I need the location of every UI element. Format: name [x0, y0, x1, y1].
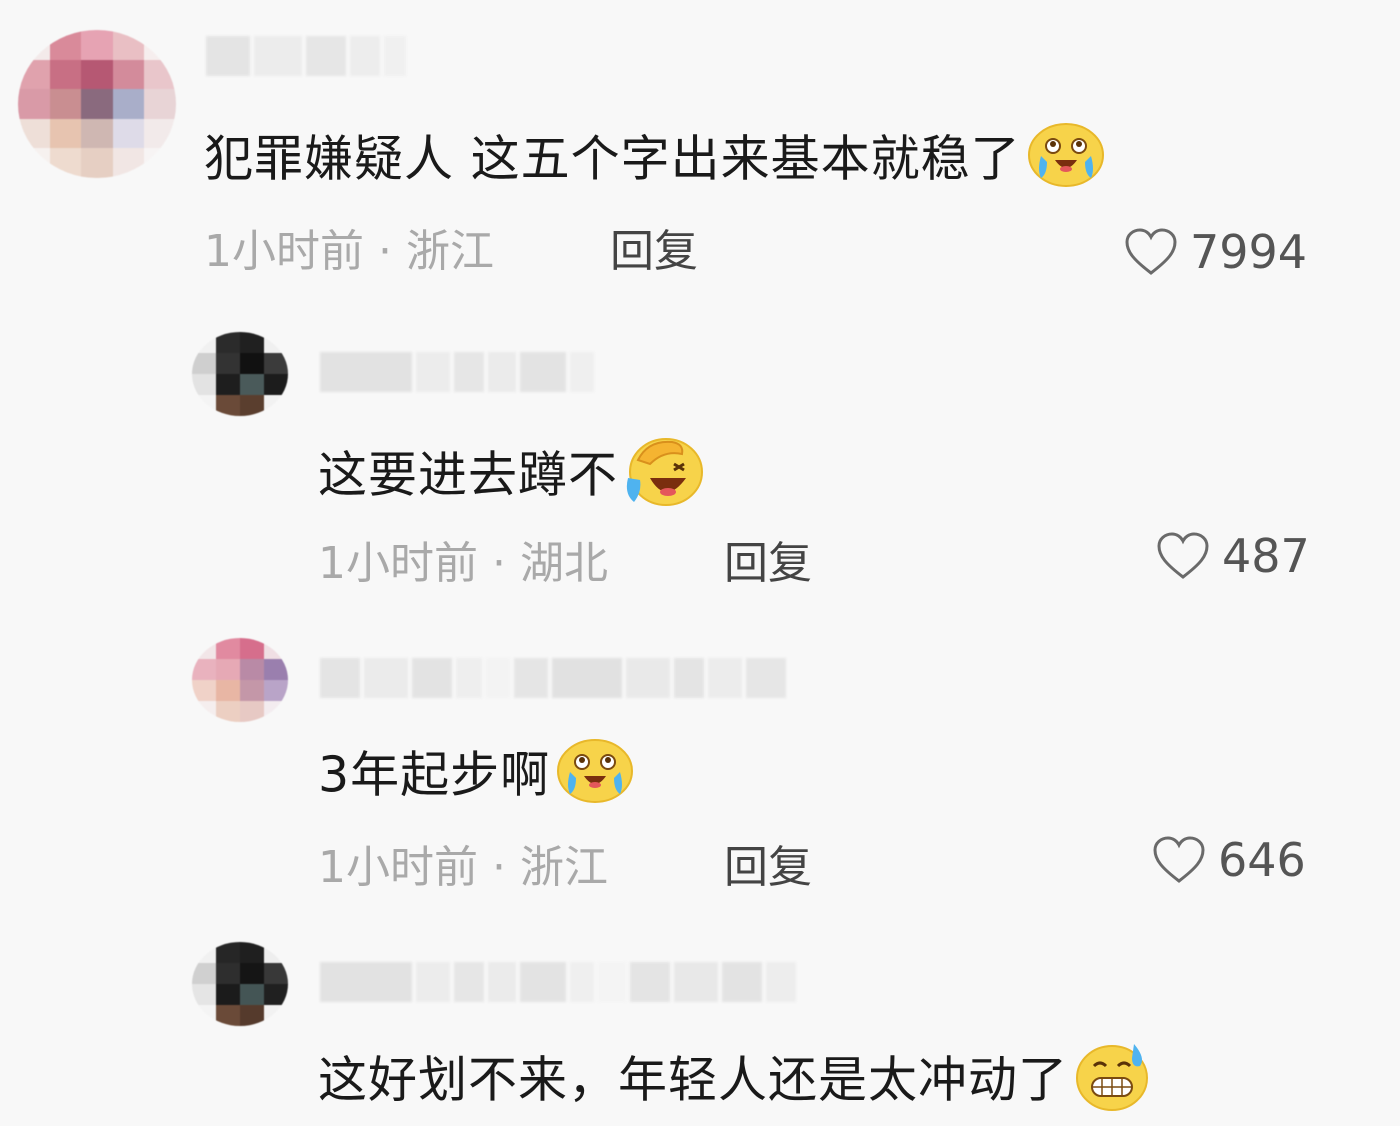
crying-laughing-emoji	[556, 738, 634, 818]
avatar[interactable]	[18, 30, 176, 178]
crying-laughing-emoji	[1027, 122, 1105, 202]
like-count: 7994	[1190, 225, 1308, 279]
comment-text: 3年起步啊	[318, 738, 634, 818]
username-redacted[interactable]	[206, 36, 406, 76]
like-button[interactable]: 7994	[1124, 226, 1307, 278]
heart-icon	[1125, 228, 1177, 275]
reply-button[interactable]: 回复	[610, 226, 698, 278]
comment-meta: 1小时前 · 湖北	[318, 538, 608, 589]
like-count: 646	[1218, 833, 1306, 887]
comment-text: 这要进去蹲不	[318, 434, 704, 522]
comment-meta: 1小时前 · 浙江	[318, 842, 608, 893]
heart-icon	[1153, 836, 1205, 883]
comment-text: 这好划不来，年轻人还是太冲动了	[318, 1040, 1152, 1126]
reply-button[interactable]: 回复	[724, 538, 812, 590]
avatar[interactable]	[192, 332, 288, 416]
comment-meta: 1小时前 · 浙江	[204, 226, 494, 277]
reply-button[interactable]: 回复	[724, 842, 812, 894]
username-redacted[interactable]	[320, 658, 786, 698]
like-button[interactable]: 646	[1152, 834, 1306, 886]
heart-icon	[1157, 532, 1209, 579]
facepalm-laughing-emoji	[624, 434, 704, 522]
like-count: 487	[1222, 529, 1310, 583]
sweat-grin-emoji	[1074, 1040, 1152, 1126]
avatar[interactable]	[192, 638, 288, 722]
comment-text: 犯罪嫌疑人 这五个字出来基本就稳了	[204, 122, 1105, 202]
username-redacted[interactable]	[320, 352, 594, 392]
like-button[interactable]: 487	[1156, 530, 1310, 582]
username-redacted[interactable]	[320, 962, 796, 1002]
avatar[interactable]	[192, 942, 288, 1026]
